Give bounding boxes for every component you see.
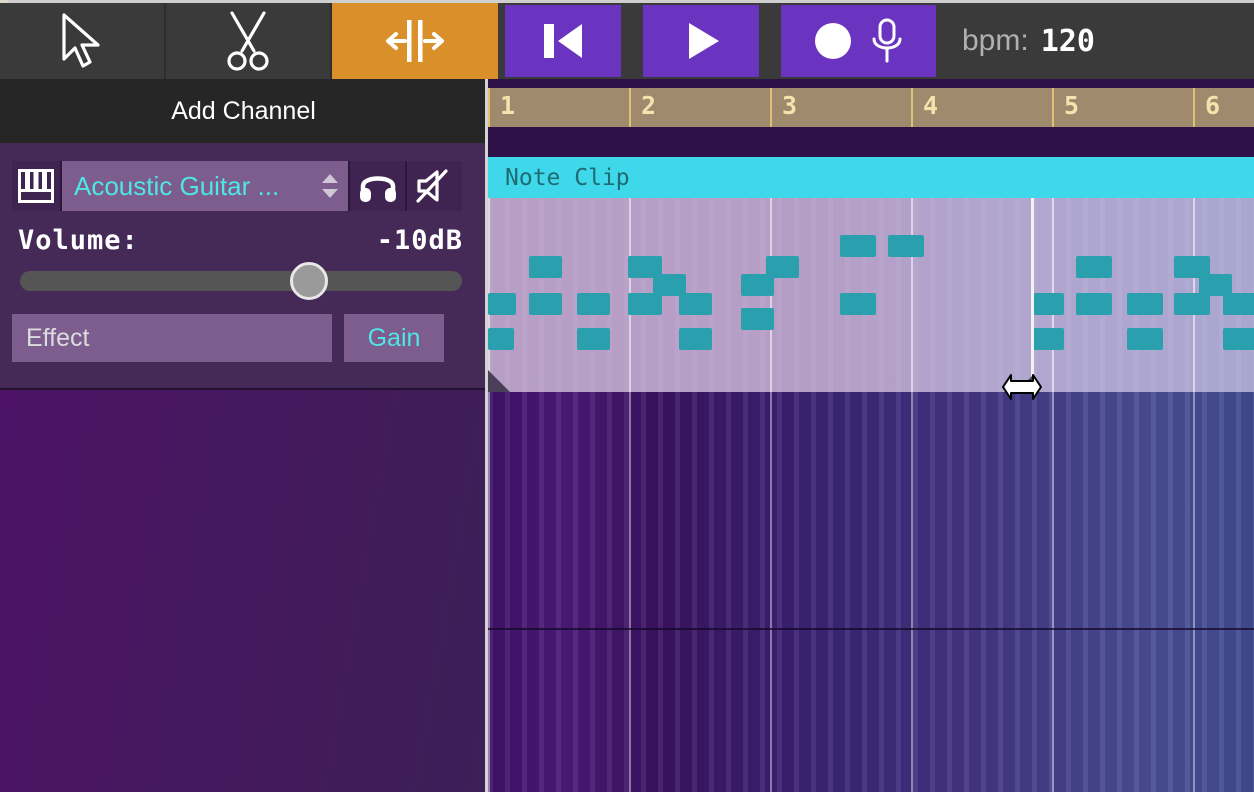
midi-note[interactable] [766,256,799,278]
channel-strip: Acoustic Guitar ... Volume: -10dB Effect… [0,143,487,390]
ruler-bar-label: 3 [782,91,798,120]
play-icon [689,23,719,59]
midi-note[interactable] [1031,328,1064,350]
horizontal-resize-icon [386,20,444,62]
midi-note[interactable] [1223,293,1254,315]
ruler-bar-label: 5 [1064,91,1080,120]
channel-list-empty-area[interactable] [0,390,487,792]
record-button[interactable] [781,5,936,77]
midi-note[interactable] [1174,293,1210,315]
lower-track-barlines [488,392,1254,792]
solo-button[interactable] [350,161,405,211]
effect-label: Effect [26,323,90,352]
instrument-name: Acoustic Guitar ... [74,170,280,201]
midi-note[interactable] [488,328,514,350]
ruler-bar-1[interactable]: 1 [488,88,629,127]
channel-header-row: Acoustic Guitar ... [12,161,462,211]
midi-note[interactable] [888,235,924,257]
clip-resize-handle-right[interactable] [1016,376,1032,392]
transport-controls: bpm: 120 [505,3,1095,79]
note-clip[interactable]: Note Clip [488,157,1254,392]
midi-note[interactable] [1031,293,1064,315]
midi-note[interactable] [1076,293,1112,315]
note-clip-header[interactable]: Note Clip [488,157,1254,198]
bpm-label: bpm: [962,24,1029,57]
note-clip-body[interactable] [488,198,1254,392]
midi-note[interactable] [741,308,774,330]
midi-note[interactable] [1076,256,1112,278]
volume-value: -10dB [376,225,463,256]
add-channel-label: Add Channel [171,96,316,125]
ruler-bar-5[interactable]: 5 [1052,88,1193,127]
bpm-display[interactable]: bpm: 120 [962,3,1095,79]
microphone-icon[interactable] [868,16,906,66]
midi-note[interactable] [840,293,876,315]
headphones-icon [359,176,396,202]
midi-note[interactable] [840,235,876,257]
add-channel-button[interactable]: Add Channel [0,79,487,143]
lower-track-divider-line [488,628,1254,630]
pointer-tool-button[interactable] [0,3,166,79]
ruler-bar-2[interactable]: 2 [629,88,770,127]
daw-window: bpm: 120 Add Channel Acoustic Guitar ...… [0,0,1254,792]
midi-note[interactable] [577,293,610,315]
ruler-bar-label: 6 [1205,91,1221,120]
effect-select[interactable]: Effect [12,314,332,362]
volume-label: Volume: [18,225,139,256]
lower-track-area[interactable] [488,392,1254,792]
midi-note[interactable] [628,293,662,315]
cut-tool-button[interactable] [166,3,332,79]
resize-tool-button[interactable] [332,3,498,79]
clip-resize-handle-left[interactable] [488,370,510,392]
midi-note[interactable] [529,293,562,315]
mute-button[interactable] [407,161,462,211]
ruler-bar-label: 1 [500,91,516,120]
ruler-bar-label: 4 [923,91,939,120]
midi-note[interactable] [679,328,712,350]
effects-row: Effect Gain [12,314,444,362]
ruler-bar-4[interactable]: 4 [911,88,1052,127]
midi-note[interactable] [488,293,516,315]
main-toolbar: bpm: 120 [0,3,1254,79]
scissors-icon [227,11,269,71]
midi-note[interactable] [1223,328,1254,350]
midi-note[interactable] [529,256,562,278]
note-clip-title: Note Clip [505,165,630,191]
up-down-arrows-icon[interactable] [320,173,340,199]
midi-note[interactable] [1127,293,1163,315]
volume-slider-thumb[interactable] [290,262,328,300]
play-button[interactable] [643,5,759,77]
timeline-ruler[interactable]: 1 2 3 4 5 6 [488,88,1254,127]
volume-row: Volume: -10dB [18,225,463,256]
pointer-icon [62,13,100,68]
channel-panel: Add Channel Acoustic Guitar ... Volume: … [0,79,487,792]
ruler-bar-3[interactable]: 3 [770,88,911,127]
piano-keys-icon [18,169,54,203]
playhead[interactable] [1031,198,1034,392]
rewind-button[interactable] [505,5,621,77]
midi-note[interactable] [1127,328,1163,350]
record-circle-icon [814,23,851,59]
bpm-value: 120 [1040,23,1095,59]
volume-slider[interactable] [20,271,462,291]
ruler-bar-6[interactable]: 6 [1193,88,1254,127]
ruler-bar-label: 2 [641,91,657,120]
gain-button[interactable]: Gain [344,314,444,362]
midi-note[interactable] [679,293,712,315]
instrument-type-button[interactable] [12,161,60,211]
midi-note[interactable] [577,328,610,350]
skip-to-start-icon [544,24,582,58]
speaker-muted-icon [415,169,448,203]
ruler-gap [488,127,1254,136]
gain-label: Gain [367,323,421,352]
instrument-select[interactable]: Acoustic Guitar ... [62,161,348,211]
timeline-area: 1 2 3 4 5 6 Note Clip [488,79,1254,792]
